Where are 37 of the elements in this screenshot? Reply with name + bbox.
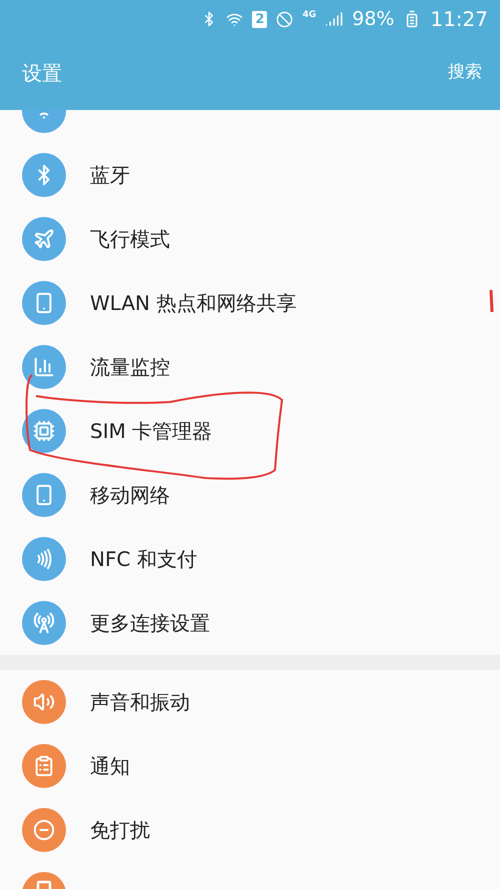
settings-item[interactable]: SIM 卡管理器	[0, 399, 500, 463]
item-label: 飞行模式	[90, 226, 170, 253]
signal-icon	[325, 10, 344, 28]
minus-circle-icon	[33, 819, 55, 841]
hand-drawn-mark	[489, 288, 495, 314]
item-label: WLAN 热点和网络共享	[90, 290, 296, 317]
blocked-icon	[276, 10, 294, 28]
airplane-icon	[33, 228, 55, 250]
settings-item[interactable]: 移动网络	[0, 463, 500, 527]
settings-item[interactable]: 声音和振动	[0, 670, 500, 734]
settings-item[interactable]: 更多连接设置	[0, 591, 500, 655]
settings-item[interactable]: 通知	[0, 734, 500, 798]
speaker-icon	[33, 691, 55, 713]
item-label: 更多连接设置	[90, 610, 210, 637]
settings-item[interactable]: WLAN 热点和网络共享	[0, 271, 500, 335]
header-title: 设置	[22, 60, 62, 87]
clipboard-icon	[33, 755, 55, 777]
clock: 11:27	[430, 6, 488, 33]
item-label: 移动网络	[90, 482, 170, 509]
item-label: NFC 和支付	[90, 546, 197, 573]
network-type: 4G	[302, 9, 316, 22]
settings-item[interactable]: 流量监控	[0, 335, 500, 399]
item-label: 通知	[90, 753, 130, 780]
item-label: 流量监控	[90, 354, 170, 381]
radio-tower-icon	[33, 612, 55, 634]
item-label: SIM 卡管理器	[90, 418, 212, 445]
settings-item[interactable]: 蓝牙	[0, 143, 500, 207]
sim-badge: 2	[252, 10, 268, 28]
settings-item[interactable]: 飞行模式	[0, 207, 500, 271]
settings-item[interactable]: 免打扰	[0, 798, 500, 862]
item-label: 声音和振动	[90, 689, 190, 716]
item-label: 免打扰	[90, 817, 150, 844]
settings-item[interactable]: NFC 和支付	[0, 527, 500, 591]
item-label: 蓝牙	[90, 162, 130, 189]
battery-percent: 98%	[352, 6, 394, 32]
bar-chart-icon	[33, 356, 55, 378]
chip-icon	[33, 420, 55, 442]
